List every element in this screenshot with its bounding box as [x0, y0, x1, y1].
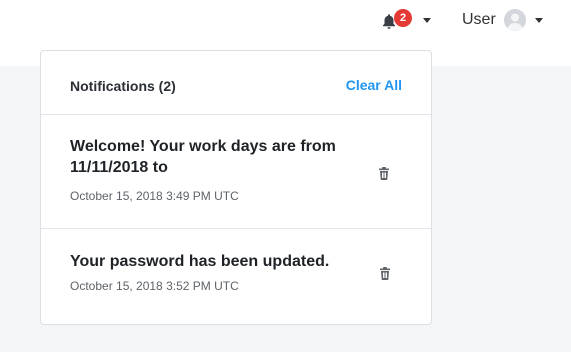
notification-item[interactable]: Your password has been updated. October …	[41, 230, 431, 325]
notification-item[interactable]: Welcome! Your work days are from 11/11/2…	[41, 116, 431, 229]
notification-message: Your password has been updated.	[70, 253, 330, 270]
user-menu-toggle[interactable]: User	[462, 8, 543, 32]
notification-message: Welcome! Your work days are from 11/11/2…	[70, 138, 336, 176]
trash-icon[interactable]	[379, 267, 391, 280]
chevron-down-icon	[423, 18, 431, 23]
notifications-title: Notifications (2)	[70, 78, 176, 94]
trash-icon[interactable]	[378, 167, 390, 180]
clear-all-button[interactable]: Clear All	[346, 77, 402, 93]
notification-count-badge: 2	[394, 9, 412, 27]
chevron-down-icon	[534, 17, 543, 23]
user-avatar-icon	[503, 9, 526, 31]
notification-timestamp: October 15, 2018 3:49 PM UTC	[70, 189, 239, 203]
notifications-toggle[interactable]: 2	[381, 9, 433, 31]
notification-timestamp: October 15, 2018 3:52 PM UTC	[70, 279, 239, 293]
notifications-header: Notifications (2) Clear All	[41, 51, 431, 115]
user-label: User	[462, 11, 496, 28]
notifications-dropdown: Notifications (2) Clear All Welcome! You…	[40, 50, 432, 325]
